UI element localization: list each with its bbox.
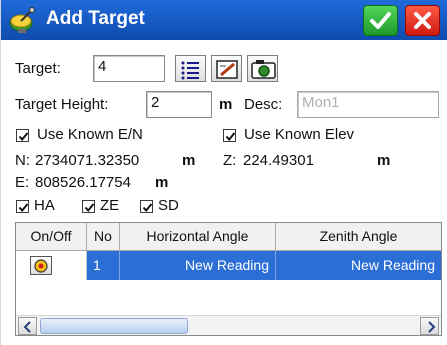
ha-checkbox[interactable] [16, 200, 29, 213]
n-value: 2734071.32350 [35, 152, 140, 169]
satellite-dish-icon [7, 6, 41, 34]
scroll-right-button[interactable] [420, 317, 439, 335]
target-height-label: Target Height: [15, 96, 109, 113]
e-unit: m [155, 174, 169, 191]
z-label: Z: [223, 152, 237, 169]
ze-checkbox[interactable] [82, 200, 95, 213]
chevron-right-icon [421, 321, 440, 335]
scroll-thumb[interactable] [40, 318, 188, 334]
ok-button[interactable] [363, 5, 398, 36]
n-label: N: [15, 152, 30, 169]
chevron-left-icon [19, 321, 38, 335]
window-title: Add Target [46, 8, 145, 29]
readings-table: On/Off No Horizontal Angle Zenith Angle … [15, 222, 442, 336]
n-unit: m [182, 152, 196, 169]
use-known-elev-label: Use Known Elev [244, 126, 355, 143]
sd-label: SD [158, 197, 179, 214]
use-known-en-checkbox[interactable] [16, 129, 29, 142]
desc-label: Desc: [244, 96, 283, 113]
camera-button[interactable] [247, 55, 278, 82]
zenith-angle-cell: New Reading [276, 251, 441, 280]
column-header-horizontal-angle[interactable]: Horizontal Angle [120, 223, 276, 251]
column-header-no[interactable]: No [87, 223, 120, 251]
no-cell: 1 [87, 251, 120, 280]
use-known-elev-checkbox[interactable] [223, 129, 236, 142]
on-off-cell [16, 251, 87, 280]
use-known-en-label: Use Known E/N [37, 126, 143, 143]
e-label: E: [15, 174, 30, 191]
target-label: Target: [15, 60, 61, 77]
column-header-on-off[interactable]: On/Off [16, 223, 87, 251]
ha-label: HA [34, 197, 55, 214]
e-value: 808526.17754 [35, 174, 131, 191]
on-off-toggle[interactable] [30, 256, 52, 275]
target-height-input[interactable]: 2 [146, 91, 212, 118]
sd-checkbox[interactable] [140, 200, 153, 213]
table-row[interactable]: 1 New Reading New Reading [16, 251, 441, 280]
ze-label: ZE [100, 197, 120, 214]
close-button[interactable] [405, 5, 440, 36]
scroll-left-button[interactable] [18, 317, 37, 335]
desc-input[interactable]: Mon1 [297, 91, 439, 118]
z-unit: m [377, 152, 391, 169]
edit-button[interactable] [211, 55, 242, 82]
horizontal-scrollbar[interactable] [16, 315, 441, 335]
column-header-zenith-angle[interactable]: Zenith Angle [276, 223, 441, 251]
title-bar: Add Target [1, 0, 447, 40]
list-button[interactable] [175, 55, 206, 82]
target-input[interactable]: 4 [93, 55, 165, 82]
z-value: 224.49301 [243, 152, 314, 169]
horizontal-angle-cell: New Reading [120, 251, 276, 280]
add-target-dialog: Add Target Target: 4 Target Height: 2 m … [0, 0, 447, 345]
target-height-unit: m [219, 96, 233, 113]
